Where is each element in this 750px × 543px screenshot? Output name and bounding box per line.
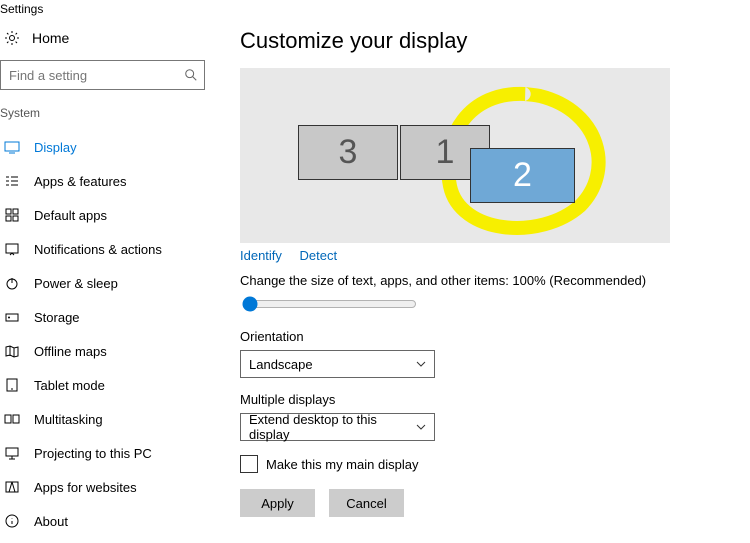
nav-label: Notifications & actions — [34, 242, 162, 257]
nav-label: Power & sleep — [34, 276, 118, 291]
nav-label: Projecting to this PC — [34, 446, 152, 461]
home-nav[interactable]: Home — [0, 22, 210, 60]
search-field[interactable] — [7, 67, 177, 84]
nav-label: About — [34, 514, 68, 529]
nav-label: Default apps — [34, 208, 107, 223]
main-display-checkbox[interactable]: Make this my main display — [240, 455, 750, 473]
sidebar-item-power[interactable]: Power & sleep — [0, 266, 210, 300]
map-icon — [4, 343, 20, 359]
section-label: System — [0, 106, 210, 130]
monitor-2[interactable]: 2 — [470, 148, 575, 203]
multitask-icon — [4, 411, 20, 427]
identify-link[interactable]: Identify — [240, 248, 282, 263]
main-display-label: Make this my main display — [266, 457, 418, 472]
sidebar-item-display[interactable]: Display — [0, 130, 210, 164]
sidebar-item-apps-web[interactable]: Apps for websites — [0, 470, 210, 504]
monitor-3[interactable]: 3 — [298, 125, 398, 180]
nav-label: Storage — [34, 310, 80, 325]
sidebar-item-offline-maps[interactable]: Offline maps — [0, 334, 210, 368]
nav-label: Apps & features — [34, 174, 127, 189]
sidebar-item-apps[interactable]: Apps & features — [0, 164, 210, 198]
home-label: Home — [32, 30, 69, 46]
apply-button[interactable]: Apply — [240, 489, 315, 517]
scale-slider[interactable] — [242, 296, 417, 312]
about-icon — [4, 513, 20, 529]
sidebar-item-tablet[interactable]: Tablet mode — [0, 368, 210, 402]
sidebar-item-projecting[interactable]: Projecting to this PC — [0, 436, 210, 470]
sidebar-item-default-apps[interactable]: Default apps — [0, 198, 210, 232]
multiple-displays-label: Multiple displays — [240, 392, 750, 407]
cancel-button[interactable]: Cancel — [329, 489, 404, 517]
apps-web-icon — [4, 479, 20, 495]
chevron-down-icon — [416, 359, 426, 369]
sidebar-item-about[interactable]: About — [0, 504, 210, 538]
apps-icon — [4, 173, 20, 189]
app-title: Settings — [0, 0, 210, 22]
nav-label: Tablet mode — [34, 378, 105, 393]
sidebar-item-storage[interactable]: Storage — [0, 300, 210, 334]
orientation-value: Landscape — [249, 357, 313, 372]
display-icon — [4, 139, 20, 155]
nav-label: Apps for websites — [34, 480, 137, 495]
scale-label: Change the size of text, apps, and other… — [240, 273, 750, 288]
multiple-displays-value: Extend desktop to this display — [249, 412, 416, 442]
nav-label: Offline maps — [34, 344, 107, 359]
checkbox-box[interactable] — [240, 455, 258, 473]
orientation-select[interactable]: Landscape — [240, 350, 435, 378]
search-icon — [184, 68, 198, 82]
sidebar-item-notifications[interactable]: Notifications & actions — [0, 232, 210, 266]
nav-label: Multitasking — [34, 412, 103, 427]
sidebar-nav: Display Apps & features Default apps Not… — [0, 130, 210, 538]
gear-icon — [4, 30, 20, 46]
orientation-label: Orientation — [240, 329, 750, 344]
display-arrangement-area[interactable]: 3 1 2 — [240, 68, 670, 243]
sidebar-item-multitask[interactable]: Multitasking — [0, 402, 210, 436]
nav-label: Display — [34, 140, 77, 155]
tablet-icon — [4, 377, 20, 393]
multiple-displays-select[interactable]: Extend desktop to this display — [240, 413, 435, 441]
detect-link[interactable]: Detect — [300, 248, 338, 263]
search-input[interactable] — [0, 60, 205, 90]
notifications-icon — [4, 241, 20, 257]
projecting-icon — [4, 445, 20, 461]
default-apps-icon — [4, 207, 20, 223]
storage-icon — [4, 309, 20, 325]
chevron-down-icon — [416, 422, 426, 432]
page-title: Customize your display — [240, 0, 750, 68]
power-icon — [4, 275, 20, 291]
